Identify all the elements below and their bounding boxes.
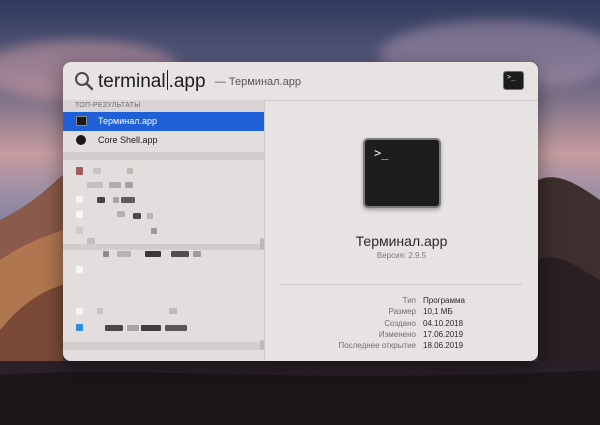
preview-metadata: Тип Программа Размер 10,1 МБ Создано 04.… [265, 296, 538, 352]
blurred-section-header [63, 244, 264, 250]
preview-divider [281, 284, 522, 285]
metadata-key: Тип [402, 296, 416, 305]
blurred-result-text [169, 308, 177, 314]
metadata-value: 10,1 МБ [423, 307, 453, 317]
result-item-core-shell[interactable]: Core Shell.app [63, 131, 264, 150]
results-scrollbar[interactable] [260, 238, 264, 250]
result-item-terminal[interactable]: Терминал.app [63, 112, 264, 131]
blurred-result-icon [76, 211, 83, 218]
blurred-result-text [151, 228, 157, 234]
search-icon [75, 72, 94, 91]
blurred-result-icon [76, 308, 83, 315]
blurred-result-icon [76, 324, 83, 331]
blurred-result-text [127, 168, 133, 174]
blurred-result-icon [76, 227, 83, 234]
blurred-result-text [127, 325, 139, 331]
search-typed-text: terminal [98, 71, 166, 92]
blurred-result-text [165, 325, 187, 331]
blurred-result-text [105, 325, 123, 331]
results-list[interactable]: ТОП-РЕЗУЛЬТАТЫ Терминал.app Core Shell.a… [63, 100, 265, 361]
search-input[interactable]: terminal .app — Терминал.app [98, 70, 301, 93]
metadata-key: Размер [388, 307, 417, 317]
search-completion: .app [168, 71, 206, 92]
metadata-value: 04.10.2018 [423, 318, 464, 328]
spotlight-window: terminal .app — Терминал.app >_ ТОП-РЕЗУЛ… [63, 62, 538, 361]
blurred-result-text [147, 213, 153, 219]
metadata-row-type: Тип Программа [265, 296, 538, 307]
core-shell-icon [76, 135, 86, 145]
result-item-label: Терминал.app [98, 116, 157, 126]
blurred-result-text [171, 251, 189, 257]
metadata-key: Создано [384, 318, 416, 328]
metadata-row-last-opened: Последнее открытие 18.06.2019 [265, 341, 538, 352]
blurred-result-text [133, 213, 141, 219]
preview-app-name: Терминал.app [355, 233, 448, 249]
blurred-result-text [121, 197, 135, 203]
blurred-result-text [87, 182, 103, 188]
metadata-value: Программа [423, 296, 465, 305]
search-hint: — Терминал.app [214, 76, 301, 88]
blurred-result-text [113, 197, 119, 203]
blurred-result-text [103, 251, 109, 257]
blurred-result-text [117, 251, 131, 257]
blurred-result-text [145, 251, 161, 257]
blurred-section-header [63, 342, 264, 350]
metadata-row-size: Размер 10,1 МБ [265, 307, 538, 318]
metadata-key: Изменено [378, 329, 416, 339]
metadata-value: 18.06.2019 [423, 341, 464, 351]
metadata-row-created: Создано 04.10.2018 [265, 319, 538, 330]
blurred-result-icon [76, 266, 83, 273]
search-bar[interactable]: terminal .app — Терминал.app >_ [63, 62, 538, 101]
blurred-section-header [63, 152, 264, 160]
preview-pane: >_ Терминал.app Версия: 2.9.5 Тип Програ… [265, 100, 538, 361]
terminal-prompt-glyph: >_ [374, 146, 389, 160]
metadata-row-modified: Изменено 17.06.2019 [265, 330, 538, 341]
blurred-result-text [97, 308, 103, 314]
blurred-result-icon [76, 196, 83, 203]
blurred-result-text [141, 325, 161, 331]
blurred-result-text [87, 238, 95, 244]
section-header-top-results: ТОП-РЕЗУЛЬТАТЫ [63, 100, 264, 112]
metadata-value: 17.06.2019 [423, 329, 464, 339]
results-scrollbar[interactable] [260, 340, 264, 350]
terminal-icon: >_ [503, 71, 524, 90]
blurred-result-text [93, 168, 101, 174]
metadata-key: Последнее открытие [338, 341, 416, 351]
preview-app-version: Версия: 2.9.5 [376, 251, 427, 260]
blurred-result-icon [76, 167, 83, 175]
text-caret [166, 70, 168, 90]
terminal-icon [76, 116, 87, 126]
blurred-result-text [97, 197, 105, 203]
terminal-icon-prompt: >_ [507, 73, 516, 81]
terminal-icon: >_ [363, 138, 441, 208]
blurred-result-text [117, 211, 125, 217]
blurred-result-text [109, 182, 121, 188]
blurred-result-text [193, 251, 201, 257]
result-item-label: Core Shell.app [98, 135, 158, 145]
blurred-result-text [125, 182, 133, 188]
